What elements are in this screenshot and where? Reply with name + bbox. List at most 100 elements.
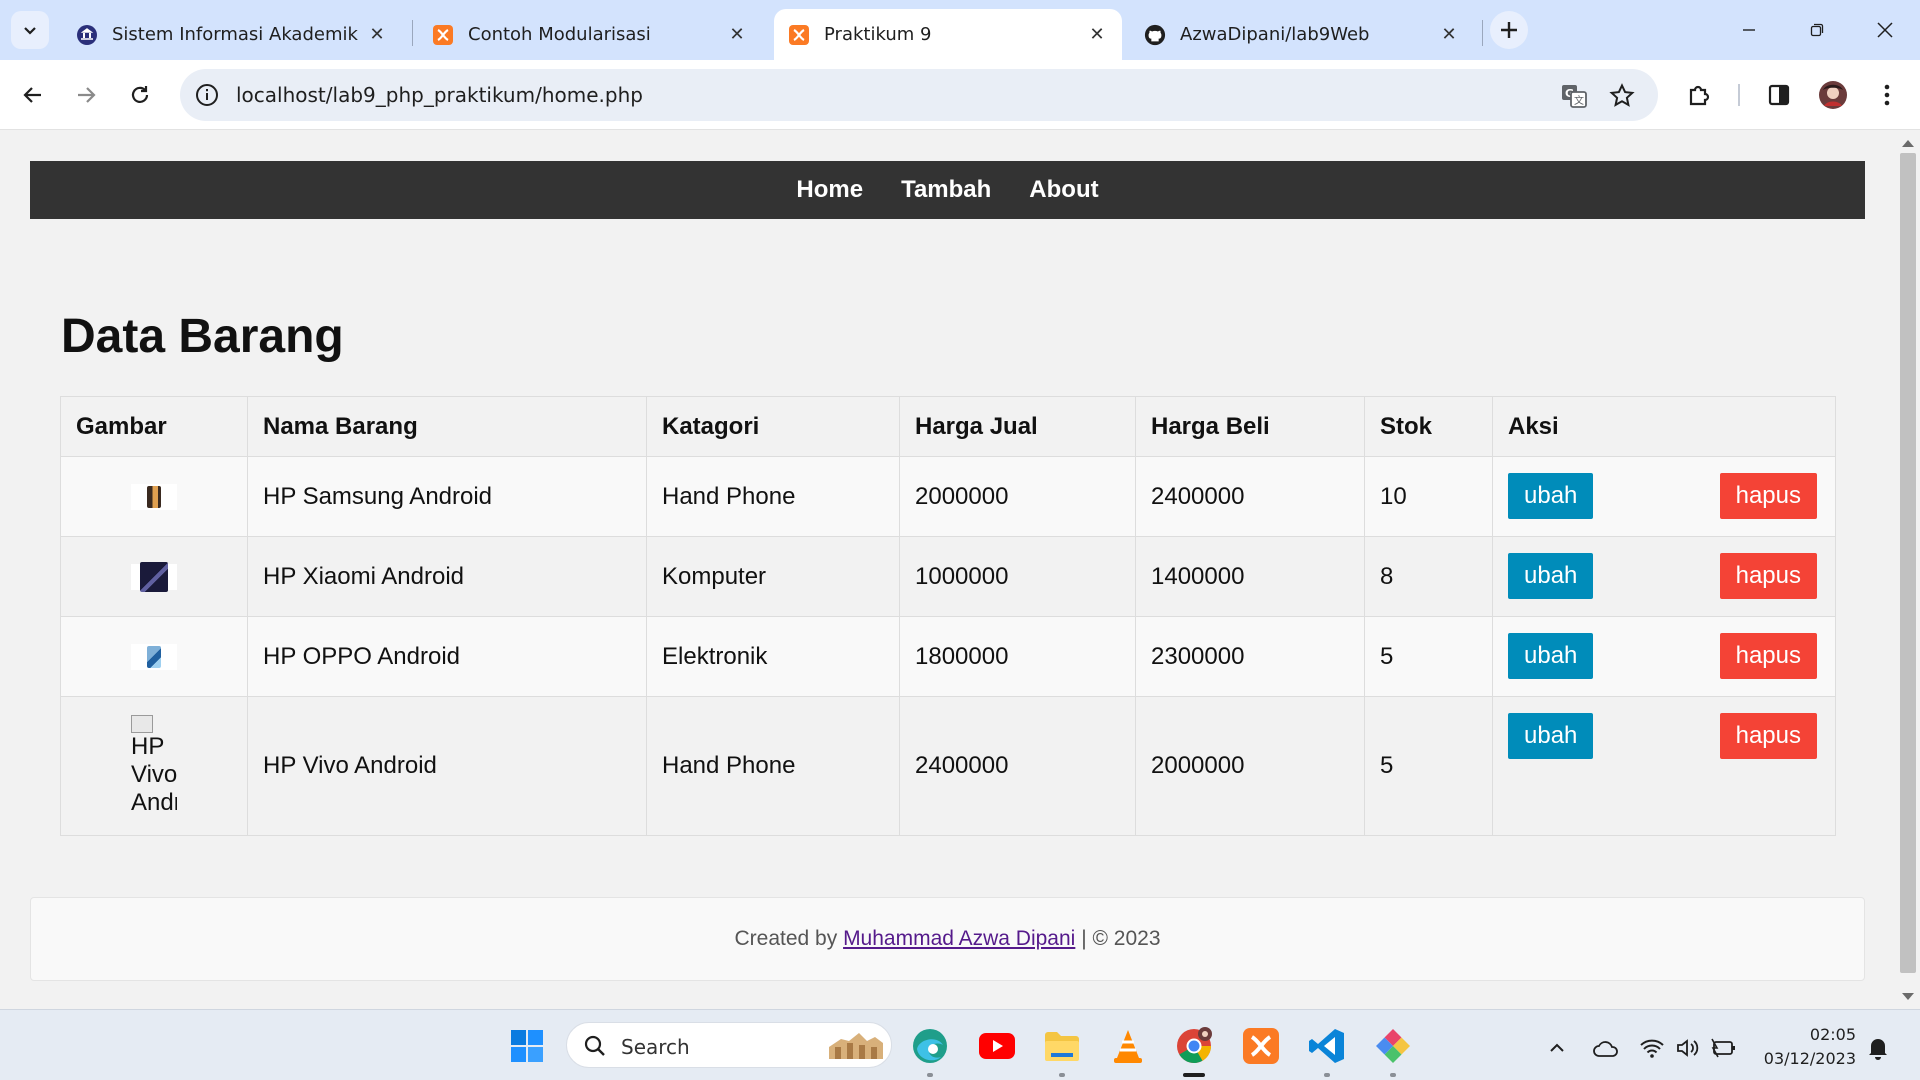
harga-beli-cell: 2000000 — [1135, 696, 1365, 836]
close-icon[interactable]: ✕ — [1086, 24, 1108, 46]
broken-product-image: HP Vivo Andr — [131, 715, 177, 817]
profile-avatar[interactable] — [1814, 76, 1852, 114]
nav-link-tambah[interactable]: Tambah — [901, 176, 991, 204]
hapus-button[interactable]: hapus — [1719, 633, 1817, 679]
taskbar-search-box[interactable]: Search — [566, 1022, 892, 1068]
close-icon[interactable]: ✕ — [726, 24, 748, 46]
close-window-button[interactable] — [1860, 12, 1910, 48]
chrome-menu-button[interactable] — [1868, 76, 1906, 114]
taskbar-git-tool[interactable] — [1372, 1025, 1414, 1077]
page-scrollbar[interactable] — [1896, 131, 1920, 1009]
reload-icon — [131, 86, 149, 103]
side-panel-button[interactable] — [1760, 76, 1798, 114]
site-navbar: Home Tambah About — [30, 161, 1865, 219]
wifi-tray[interactable] — [1638, 1034, 1666, 1062]
taskbar-youtube[interactable] — [976, 1025, 1018, 1067]
chevron-down-icon — [24, 27, 36, 35]
tab-search-button[interactable] — [11, 11, 49, 49]
col-header-harga-beli: Harga Beli — [1135, 396, 1365, 457]
ubah-button[interactable]: ubah — [1508, 553, 1594, 599]
col-header-aksi: Aksi — [1492, 396, 1836, 457]
ubah-button[interactable]: ubah — [1508, 713, 1594, 759]
close-icon[interactable]: ✕ — [1438, 24, 1460, 46]
browser-tab-strip: Sistem Informasi Akademik ✕ Contoh Modul… — [0, 0, 1920, 60]
back-button[interactable] — [14, 76, 52, 114]
gambar-cell — [60, 616, 248, 697]
nama-cell: HP Vivo Android — [247, 696, 647, 836]
product-image — [131, 562, 177, 593]
hapus-button[interactable]: hapus — [1719, 553, 1817, 599]
bell-icon — [1869, 1039, 1887, 1060]
tab-contoh-modularisasi[interactable]: Contoh Modularisasi ✕ — [418, 9, 762, 60]
browser-toolbar: localhost/lab9_php_praktikum/home.php G文 — [0, 60, 1920, 130]
tab-github-repo[interactable]: AzwaDipani/lab9Web ✕ — [1130, 9, 1474, 60]
bookmark-star-icon[interactable] — [1608, 82, 1636, 110]
nama-cell: HP Xiaomi Android — [247, 536, 647, 617]
show-hidden-icons-button[interactable] — [1543, 1034, 1571, 1062]
translate-icon[interactable]: G文 — [1560, 82, 1588, 110]
kebab-menu-icon — [1884, 84, 1890, 106]
harga-beli-cell: 2400000 — [1135, 456, 1365, 537]
taskbar-vscode[interactable] — [1306, 1025, 1348, 1077]
forward-button[interactable] — [67, 76, 105, 114]
xampp-icon — [788, 24, 810, 46]
arrow-left-icon — [23, 87, 41, 103]
taskbar-chrome[interactable] — [1173, 1025, 1215, 1077]
onedrive-tray[interactable] — [1592, 1034, 1620, 1062]
notifications-button[interactable] — [1864, 1034, 1892, 1062]
tab-title: Praktikum 9 — [824, 24, 932, 45]
speaker-icon — [1677, 1039, 1699, 1057]
taskbar-edge[interactable] — [909, 1025, 951, 1077]
table-row: HP Xiaomi Android Komputer 1000000 14000… — [60, 536, 1836, 617]
ubah-button[interactable]: ubah — [1508, 473, 1594, 519]
extensions-button[interactable] — [1680, 76, 1718, 114]
col-header-gambar: Gambar — [60, 396, 248, 457]
avatar-icon — [1819, 81, 1847, 109]
tab-praktikum-9[interactable]: Praktikum 9 ✕ — [774, 9, 1122, 60]
tab-separator — [412, 20, 413, 46]
stok-cell: 5 — [1364, 696, 1493, 836]
close-icon[interactable]: ✕ — [366, 24, 388, 46]
volume-tray[interactable] — [1674, 1034, 1702, 1062]
url-text[interactable]: localhost/lab9_php_praktikum/home.php — [236, 83, 643, 107]
data-barang-table: Gambar Nama Barang Katagori Harga Jual H… — [60, 396, 1836, 836]
harga-jual-cell: 2000000 — [899, 456, 1136, 537]
site-info-icon[interactable] — [194, 82, 220, 108]
taskbar-vlc[interactable] — [1107, 1025, 1149, 1067]
footer-author-link[interactable]: Muhammad Azwa Dipani — [843, 927, 1075, 951]
taskbar-file-explorer[interactable] — [1041, 1025, 1083, 1077]
scroll-down-arrow-icon[interactable] — [1902, 993, 1914, 1000]
harga-jual-cell: 1000000 — [899, 536, 1136, 617]
taskbar-xampp[interactable] — [1240, 1025, 1282, 1067]
taskbar-clock[interactable]: 02:05 03/12/2023 — [1756, 1023, 1856, 1071]
minimize-icon — [1743, 29, 1755, 31]
tab-title: Sistem Informasi Akademik — [112, 24, 358, 45]
nama-cell: HP Samsung Android — [247, 456, 647, 537]
close-icon — [1877, 22, 1893, 38]
hapus-button[interactable]: hapus — [1719, 713, 1817, 759]
cloud-icon — [1593, 1041, 1618, 1057]
nav-link-home[interactable]: Home — [796, 176, 863, 204]
svg-text:文: 文 — [1574, 94, 1584, 107]
battery-tray[interactable] — [1710, 1034, 1738, 1062]
aksi-cell: ubah hapus — [1492, 456, 1836, 537]
nav-link-about[interactable]: About — [1029, 176, 1098, 204]
hapus-button[interactable]: hapus — [1719, 473, 1817, 519]
footer-prefix: Created by — [734, 927, 838, 950]
chevron-up-icon — [1550, 1043, 1564, 1052]
tab-title: AzwaDipani/lab9Web — [1180, 24, 1370, 45]
reload-button[interactable] — [121, 76, 159, 114]
restore-button[interactable] — [1792, 12, 1842, 48]
windows-logo-icon — [511, 1030, 543, 1062]
address-bar[interactable]: localhost/lab9_php_praktikum/home.php G文 — [180, 69, 1658, 121]
minimize-button[interactable] — [1724, 12, 1774, 48]
scroll-up-arrow-icon[interactable] — [1902, 140, 1914, 147]
new-tab-button[interactable] — [1490, 11, 1528, 49]
scrollbar-thumb[interactable] — [1900, 153, 1916, 973]
start-button[interactable] — [506, 1025, 548, 1067]
edge-icon — [913, 1029, 947, 1063]
restore-icon — [1810, 23, 1824, 37]
puzzle-icon — [1689, 85, 1710, 106]
tab-sistem-informasi[interactable]: Sistem Informasi Akademik ✕ — [62, 9, 402, 60]
ubah-button[interactable]: ubah — [1508, 633, 1594, 679]
